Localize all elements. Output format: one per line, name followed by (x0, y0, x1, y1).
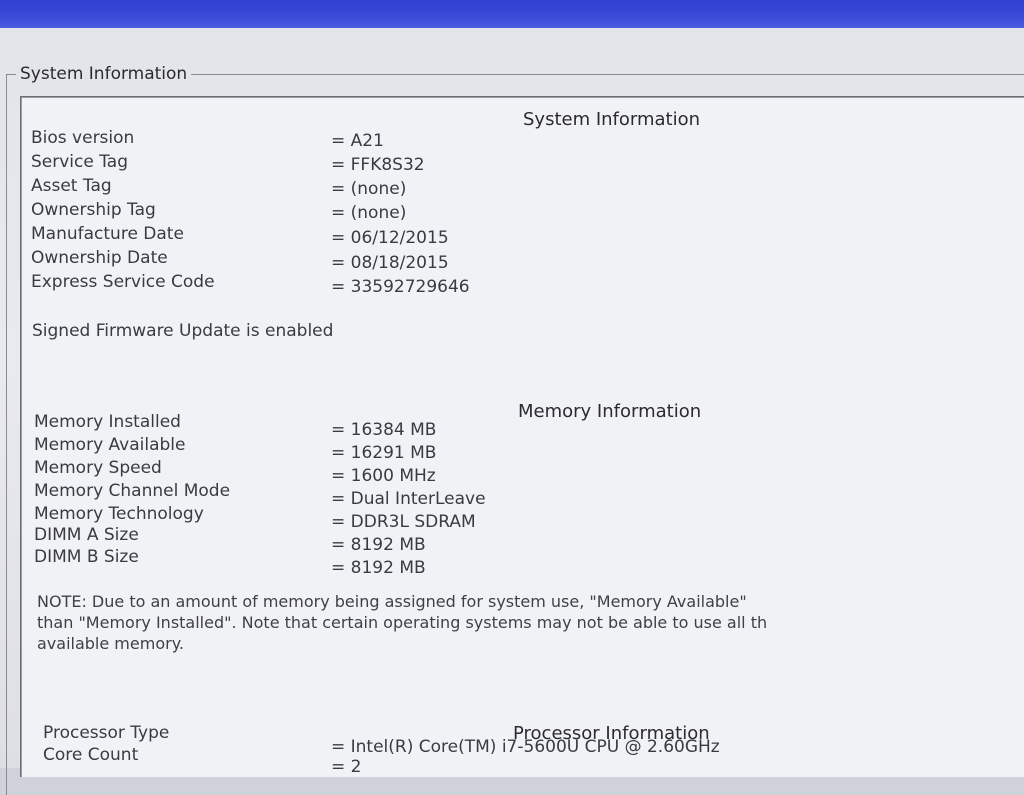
row-value-memory-installed: = 16384 MB (331, 420, 437, 440)
row-label-dimm-b-size: DIMM B Size (34, 547, 139, 567)
row-label-memory-available: Memory Available (34, 435, 186, 455)
window-title-bar (0, 0, 1024, 28)
row-label-asset-tag: Asset Tag (31, 176, 112, 196)
row-label-memory-installed: Memory Installed (34, 412, 181, 432)
row-label-service-tag: Service Tag (31, 152, 129, 172)
row-label-manufacture-date: Manufacture Date (31, 224, 184, 244)
firmware-status-text: Signed Firmware Update is enabled (32, 321, 334, 341)
information-content-area: System Information Bios version = A21 Se… (20, 96, 1024, 777)
memory-note: NOTE: Due to an amount of memory being a… (37, 591, 1024, 654)
row-label-memory-channel-mode: Memory Channel Mode (34, 481, 231, 501)
memory-note-line-1: NOTE: Due to an amount of memory being a… (37, 592, 747, 611)
row-label-ownership-date: Ownership Date (31, 248, 168, 268)
row-value-bios-version: = A21 (331, 131, 384, 151)
row-value-memory-technology: = DDR3L SDRAM (331, 512, 476, 532)
row-value-ownership-tag: = (none) (331, 203, 407, 223)
row-value-service-tag: = FFK8S32 (331, 155, 425, 175)
row-value-processor-type: = Intel(R) Core(TM) i7-5600U CPU @ 2.60G… (331, 737, 720, 757)
row-label-express-service-code: Express Service Code (31, 272, 215, 292)
row-value-dimm-b-size: = 8192 MB (331, 558, 426, 578)
row-label-processor-type: Processor Type (43, 723, 170, 743)
row-value-memory-channel-mode: = Dual InterLeave (331, 489, 486, 509)
row-label-dimm-a-size: DIMM A Size (34, 525, 139, 545)
row-value-memory-available: = 16291 MB (331, 443, 437, 463)
row-value-ownership-date: = 08/18/2015 (331, 253, 449, 273)
row-label-ownership-tag: Ownership Tag (31, 200, 156, 220)
row-value-dimm-a-size: = 8192 MB (331, 535, 426, 555)
row-value-asset-tag: = (none) (331, 179, 407, 199)
group-legend: System Information (16, 64, 192, 84)
memory-note-line-2: than "Memory Installed". Note that certa… (37, 613, 768, 632)
row-value-memory-speed: = 1600 MHz (331, 466, 436, 486)
memory-info-heading: Memory Information (518, 401, 702, 422)
row-value-core-count: = 2 (331, 757, 362, 777)
row-label-memory-technology: Memory Technology (34, 504, 204, 524)
memory-note-line-3: available memory. (37, 634, 184, 653)
row-value-express-service-code: = 33592729646 (331, 277, 470, 297)
row-label-core-count: Core Count (43, 745, 139, 765)
row-label-memory-speed: Memory Speed (34, 458, 162, 478)
system-info-heading: System Information (523, 109, 701, 130)
row-value-manufacture-date: = 06/12/2015 (331, 228, 449, 248)
row-label-bios-version: Bios version (31, 128, 135, 148)
